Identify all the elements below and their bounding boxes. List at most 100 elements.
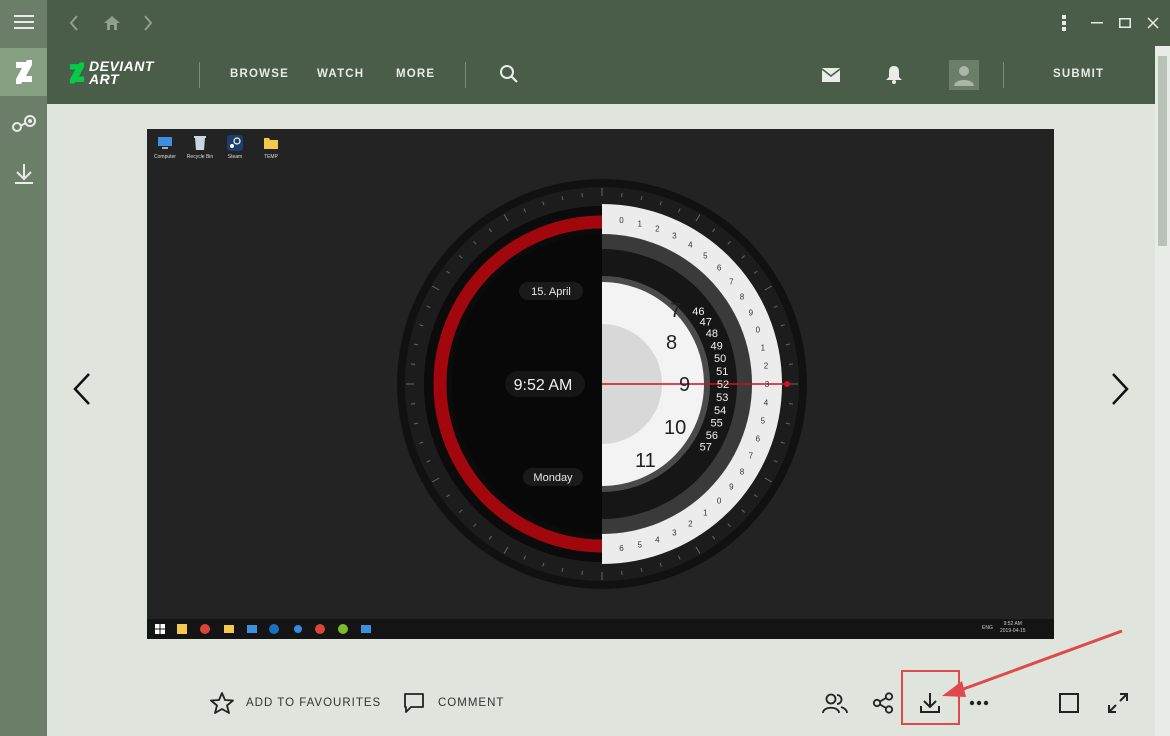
rail-download-button[interactable] [0, 150, 47, 198]
outer-digit: 7 [749, 451, 754, 460]
star-icon [210, 692, 234, 714]
minute-label: 48 [706, 328, 718, 340]
comment-button[interactable]: COMMENT [402, 685, 504, 721]
rail-menu-button[interactable] [0, 0, 47, 44]
outer-digit: 4 [655, 535, 660, 544]
add-to-favourites-button[interactable]: ADD TO FAVOURITES [210, 685, 381, 721]
outer-digit: 5 [761, 417, 766, 426]
outer-digit: 9 [729, 482, 734, 491]
more-dots-icon [969, 700, 989, 706]
messages-button[interactable] [822, 68, 840, 82]
outer-digit: 2 [764, 362, 769, 371]
minute-label: 47 [700, 317, 712, 329]
kebab-menu-icon [1062, 15, 1066, 31]
clock-day: Monday [533, 472, 573, 484]
envelope-icon [822, 68, 840, 82]
rail-steam-button[interactable] [0, 100, 47, 148]
logo-wordmark: DEVIANT ART [89, 59, 154, 87]
favourite-label: ADD TO FAVOURITES [246, 697, 382, 709]
logo-line-2: ART [89, 71, 120, 87]
notifications-button[interactable] [886, 66, 902, 84]
forward-arrow-icon [144, 15, 153, 31]
left-rail [0, 0, 47, 736]
comment-icon [404, 693, 424, 713]
steam-icon [11, 115, 36, 132]
annotation-arrow-icon [942, 629, 1123, 697]
forward-button[interactable] [141, 12, 155, 34]
minute-label: 53 [716, 392, 728, 404]
maximize-icon [1119, 18, 1131, 28]
outer-digit: 6 [756, 434, 761, 443]
deviantart-icon [15, 60, 32, 84]
share-icon [872, 692, 894, 714]
search-icon [500, 65, 518, 83]
minute-label: 56 [706, 430, 718, 442]
hour-label: 10 [664, 417, 686, 439]
users-icon [822, 693, 848, 714]
comment-label: COMMENT [438, 697, 505, 709]
minute-label: 54 [714, 405, 726, 417]
close-icon [1147, 17, 1159, 29]
next-arrow-icon[interactable] [1108, 372, 1132, 406]
maximize-button[interactable] [1118, 12, 1132, 34]
back-button[interactable] [67, 12, 81, 34]
hamburger-menu-icon [13, 15, 34, 29]
deviantart-logo-icon [69, 62, 85, 84]
outer-digit: 0 [717, 496, 722, 505]
home-button[interactable] [103, 12, 121, 34]
title-bar [47, 0, 1170, 46]
hour-label: 9 [679, 374, 690, 396]
rail-deviantart-button[interactable] [0, 48, 47, 96]
close-window-button[interactable] [1146, 12, 1160, 34]
taskbar-app-icons [177, 624, 371, 634]
share-button[interactable] [872, 685, 894, 721]
outer-digit: 2 [655, 225, 660, 234]
header-divider [465, 62, 466, 88]
hour-label: 8 [666, 332, 677, 354]
outer-digit: 6 [619, 544, 624, 553]
outer-digit: 0 [619, 216, 624, 225]
clock-time: 9:52 AM [514, 377, 573, 394]
outer-digit: 3 [672, 232, 677, 241]
home-icon [104, 16, 120, 30]
kebab-menu-button[interactable] [1057, 12, 1071, 34]
minimize-button[interactable] [1090, 12, 1104, 34]
deviantart-logo[interactable]: DEVIANT ART [69, 59, 154, 87]
outer-digit: 5 [637, 541, 642, 550]
minimize-icon [1091, 22, 1103, 24]
watch-users-button[interactable] [822, 685, 848, 721]
nav-more[interactable]: MORE [396, 68, 435, 80]
outer-digit: 5 [703, 251, 708, 260]
outer-digit: 2 [688, 519, 693, 528]
previous-arrow-icon[interactable] [70, 372, 94, 406]
nav-browse[interactable]: BROWSE [230, 68, 289, 80]
windows-start-icon [155, 624, 165, 634]
artwork-image[interactable]: Computer Recycle Bin Steam TEMP 15. Apri… [147, 129, 1054, 639]
windows-taskbar: ENG 9:52 AM 2019-04-15 [147, 619, 1054, 639]
submit-button[interactable]: SUBMIT [1053, 68, 1104, 80]
minute-label: 57 [700, 441, 712, 453]
vertical-scrollbar[interactable] [1155, 46, 1170, 736]
hour-label: 7 [670, 300, 681, 322]
outer-digit: 6 [717, 264, 722, 273]
outer-digit: 3 [672, 528, 677, 537]
outer-digit: 1 [637, 219, 642, 228]
outer-digit: 3 [765, 380, 770, 389]
avatar[interactable] [949, 60, 979, 90]
outer-digit: 8 [740, 467, 745, 476]
header-divider [199, 62, 200, 88]
app-window: DEVIANT ART BROWSE WATCH MORE SUBMIT Com… [0, 0, 1170, 736]
outer-digit: 4 [688, 241, 693, 250]
search-button[interactable] [499, 64, 519, 84]
header-divider [1003, 62, 1004, 88]
outer-digit: 1 [761, 343, 766, 352]
minute-label: 50 [714, 353, 726, 365]
outer-digit: 4 [764, 398, 769, 407]
scrollbar-thumb[interactable] [1158, 56, 1167, 246]
nav-watch[interactable]: WATCH [317, 68, 364, 80]
clock-widget: 15. April 9:52 AM Monday 7 8 9 10 11 464… [397, 179, 807, 589]
outer-digit: 7 [729, 278, 734, 287]
minute-label: 55 [711, 418, 723, 430]
site-header: DEVIANT ART BROWSE WATCH MORE SUBMIT [47, 46, 1170, 104]
taskbar-time: 9:52 AM [1003, 621, 1022, 627]
